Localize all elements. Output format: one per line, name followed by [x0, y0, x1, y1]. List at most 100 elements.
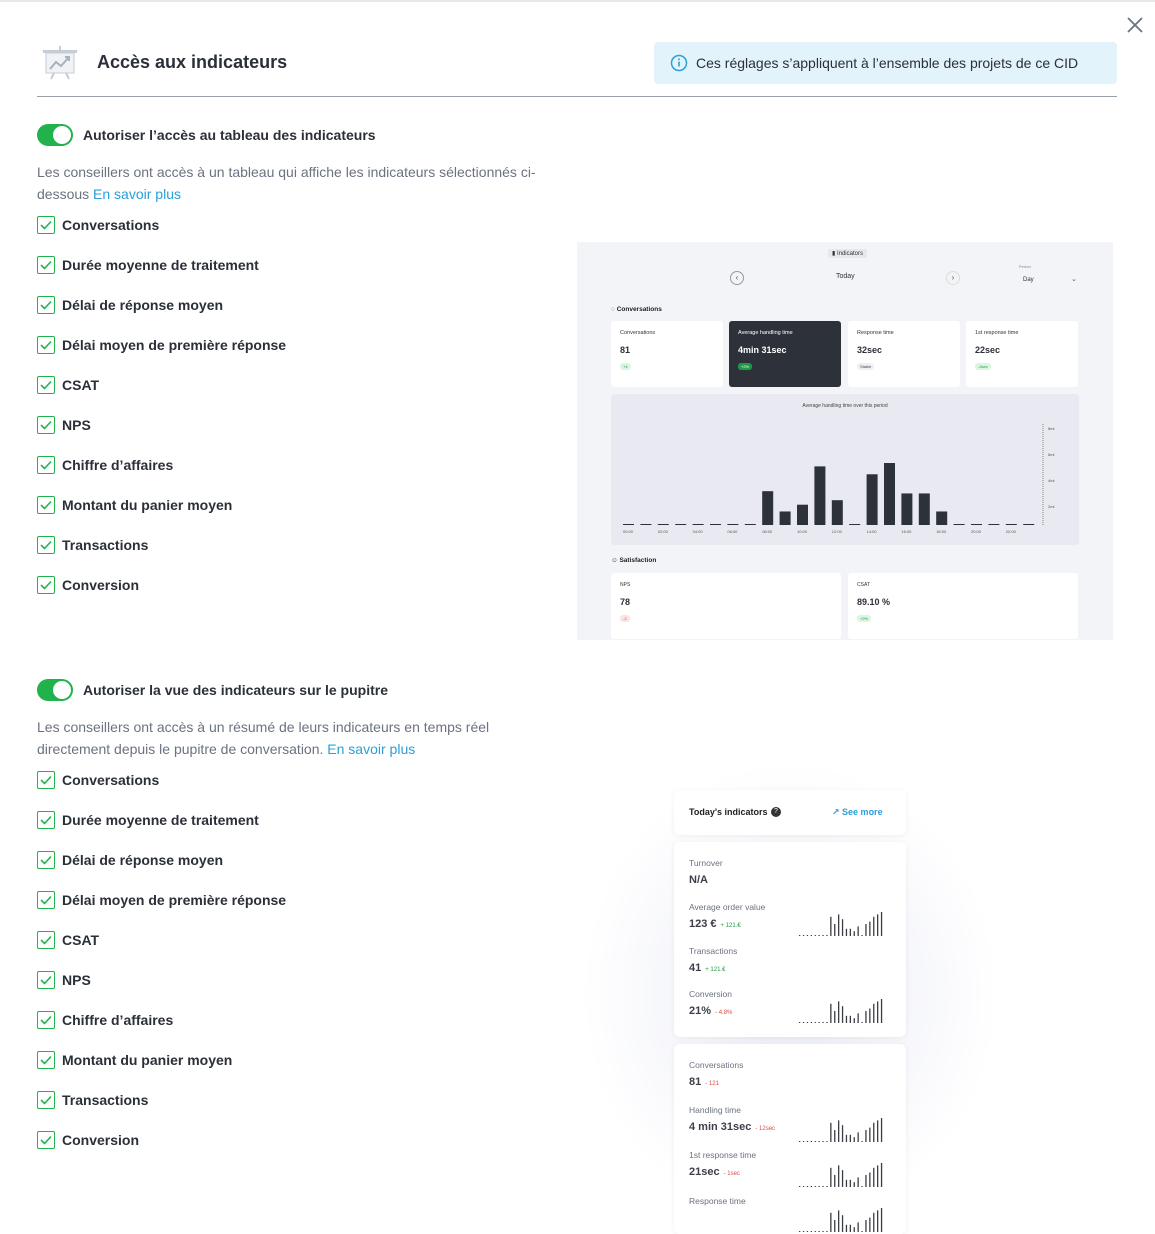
- indicator-item: Délai moyen de première réponse: [37, 889, 286, 929]
- bar: [744, 524, 756, 525]
- indicator-checkbox[interactable]: [37, 496, 55, 514]
- indicator-checkbox[interactable]: [37, 851, 55, 869]
- indicator-row-delta: + 121.€: [705, 967, 726, 973]
- dashboard-access-toggle[interactable]: [37, 124, 73, 146]
- indicator-checkbox[interactable]: [37, 1051, 55, 1069]
- indicator-row: Conversations 81- 121: [689, 1060, 743, 1088]
- todays-indicators-title: Today's indicators: [689, 807, 768, 817]
- indicator-checkbox[interactable]: [37, 891, 55, 909]
- indicator-checkbox[interactable]: [37, 376, 55, 394]
- spark-bar: [830, 1122, 832, 1142]
- spark-bar: [822, 1186, 824, 1187]
- spark-bar: [802, 1231, 805, 1232]
- spark-bar: [861, 1186, 863, 1187]
- check-icon: [40, 420, 52, 430]
- spark-bar: [838, 1165, 840, 1187]
- spark-bar: [826, 1231, 828, 1232]
- spark-bar: [849, 1179, 851, 1187]
- indicator-checkbox[interactable]: [37, 811, 55, 829]
- indicator-item: CSAT: [37, 374, 286, 414]
- close-icon[interactable]: [1124, 14, 1146, 36]
- indicator-row: 1st response time 21sec - 1sec: [689, 1150, 756, 1178]
- indicator-row-value: 21sec: [689, 1166, 720, 1178]
- spark-bar: [861, 1231, 863, 1232]
- indicator-item: Transactions: [37, 534, 286, 574]
- indicator-checkbox[interactable]: [37, 296, 55, 314]
- spark-bar: [802, 1186, 805, 1187]
- indicator-label: NPS: [62, 417, 91, 433]
- check-icon: [40, 855, 52, 865]
- indicator-row-delta: - 4.8%: [715, 1010, 733, 1016]
- indicator-item: Durée moyenne de traitement: [37, 254, 286, 294]
- spark-bar: [869, 1127, 871, 1142]
- desk-description-text: Les conseillers ont accès à un résumé de…: [37, 719, 490, 757]
- spark-bar: [810, 1141, 812, 1142]
- spark-bar: [810, 1231, 812, 1232]
- indicator-label: Durée moyenne de traitement: [62, 257, 259, 273]
- indicator-checkbox[interactable]: [37, 216, 55, 234]
- spark-bar: [799, 1186, 801, 1187]
- check-icon: [40, 260, 52, 270]
- y-tick-label: 4mi: [1048, 478, 1055, 483]
- indicator-item: NPS: [37, 414, 286, 454]
- indicator-checkbox[interactable]: [37, 456, 55, 474]
- help-icon: ?: [771, 807, 781, 817]
- check-icon: [40, 460, 52, 470]
- spark-bar: [873, 1003, 875, 1023]
- indicator-row-label: Average order value: [689, 902, 766, 912]
- kpi-card: 1st response time 22sec -2sec: [966, 321, 1078, 387]
- bar: [971, 524, 982, 525]
- desk-view-toggle[interactable]: [37, 679, 73, 701]
- indicator-checkbox[interactable]: [37, 1011, 55, 1029]
- indicator-checkbox[interactable]: [37, 536, 55, 554]
- spark-bar: [877, 1001, 879, 1023]
- spark-bar: [822, 935, 824, 936]
- spark-bar: [865, 1220, 867, 1232]
- spark-bar: [810, 1186, 812, 1187]
- learn-more-link-1[interactable]: En savoir plus: [93, 186, 181, 202]
- spark-bar: [838, 1120, 840, 1142]
- spark-bar: [849, 1134, 851, 1142]
- bar: [988, 524, 1000, 525]
- learn-more-link-2[interactable]: En savoir plus: [327, 741, 415, 757]
- spark-bar: [814, 1141, 816, 1142]
- spark-bar: [841, 1170, 844, 1187]
- indicator-label: Conversion: [62, 1132, 140, 1148]
- indicator-row-label: Conversations: [689, 1060, 744, 1070]
- indicator-label: Chiffre d’affaires: [62, 1012, 174, 1028]
- spark-bar: [810, 1022, 812, 1023]
- indicator-label: Délai de réponse moyen: [62, 297, 224, 313]
- handling-time-chart: Average handling time over this period 8…: [611, 394, 1079, 545]
- indicator-label: Durée moyenne de traitement: [62, 812, 259, 828]
- spark-bar: [818, 935, 820, 936]
- indicator-checkbox[interactable]: [37, 256, 55, 274]
- indicator-checkbox[interactable]: [37, 1091, 55, 1109]
- indicator-checkbox[interactable]: [37, 576, 55, 594]
- check-icon: [40, 300, 52, 310]
- top-divider: [0, 0, 1155, 2]
- spark-bar: [873, 1212, 875, 1232]
- indicator-label: Chiffre d’affaires: [62, 457, 174, 473]
- kpi-card: Response time 32sec Stable: [848, 321, 960, 387]
- indicator-row: Response time: [689, 1196, 746, 1224]
- spark-bar: [799, 935, 801, 936]
- indicator-label: Conversion: [62, 577, 140, 593]
- spark-bar: [845, 928, 848, 936]
- x-tick-label: 02:00: [658, 529, 669, 534]
- indicator-checkbox[interactable]: [37, 336, 55, 354]
- indicator-checkbox[interactable]: [37, 416, 55, 434]
- indicator-label: NPS: [62, 972, 91, 988]
- kpi-card: Conversations 81 +4: [611, 321, 723, 387]
- spark-bar: [822, 1022, 824, 1023]
- kpi-card-selected: Average handling time 4min 31sec +2%: [729, 321, 841, 387]
- desk-view-label: Autoriser la vue des indicateurs sur le …: [83, 682, 388, 698]
- spark-bar: [830, 1003, 832, 1023]
- spark-bar: [845, 1224, 848, 1232]
- spark-bar: [853, 1018, 855, 1023]
- indicator-checkbox[interactable]: [37, 971, 55, 989]
- indicator-checkbox[interactable]: [37, 1131, 55, 1149]
- indicator-row: Transactions 41 + 121.€: [689, 946, 737, 974]
- indicator-checkbox[interactable]: [37, 771, 55, 789]
- indicator-checkbox[interactable]: [37, 931, 55, 949]
- next-day-icon: ›: [946, 271, 960, 285]
